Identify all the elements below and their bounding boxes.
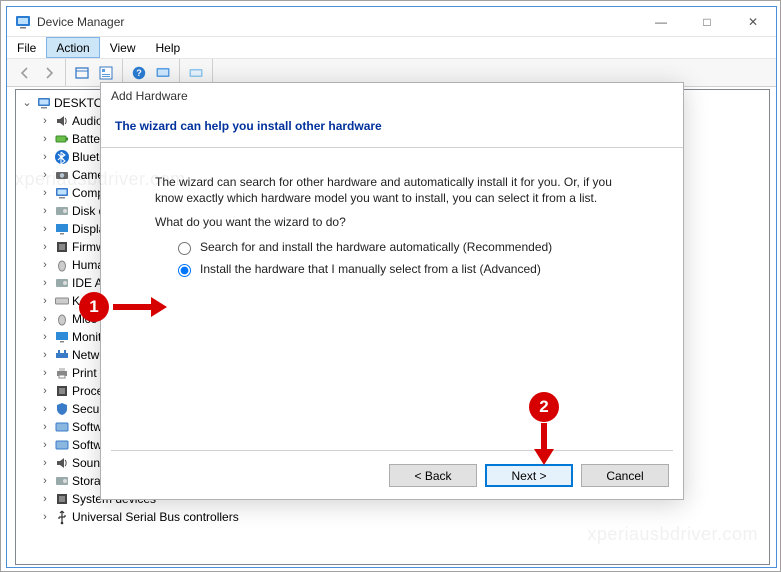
- device-category-icon: [54, 329, 70, 345]
- radio-auto-search[interactable]: Search for and install the hardware auto…: [173, 239, 643, 255]
- menubar: FileActionViewHelp: [7, 37, 776, 59]
- back-icon: [13, 62, 37, 84]
- device-category-icon: [54, 311, 70, 327]
- svg-text:?: ?: [136, 68, 142, 78]
- device-category-icon: [54, 365, 70, 381]
- device-category-icon: [54, 455, 70, 471]
- radio-auto-search-input[interactable]: [178, 242, 191, 255]
- add-hardware-dialog: Add Hardware The wizard can help you ins…: [100, 82, 684, 500]
- dialog-question: What do you want the wizard to do?: [155, 214, 643, 230]
- device-category-icon: [54, 149, 70, 165]
- device-category-icon: [54, 473, 70, 489]
- tree-item-label: Universal Serial Bus controllers: [72, 510, 239, 524]
- app-icon: [15, 14, 31, 30]
- device-category-icon: [54, 383, 70, 399]
- device-category-icon: [54, 401, 70, 417]
- device-category-icon: [54, 275, 70, 291]
- radio-manual-select-input[interactable]: [178, 264, 191, 277]
- back-button[interactable]: < Back: [389, 464, 477, 487]
- device-category-icon: [54, 419, 70, 435]
- device-category-icon: [54, 185, 70, 201]
- help-icon[interactable]: ?: [127, 62, 151, 84]
- device-category-icon: [54, 113, 70, 129]
- show-hidden-icon[interactable]: [70, 62, 94, 84]
- radio-auto-search-label: Search for and install the hardware auto…: [200, 240, 552, 254]
- cancel-button[interactable]: Cancel: [581, 464, 669, 487]
- device-category-icon: [54, 437, 70, 453]
- annotation-step-1: 1: [79, 292, 109, 322]
- annotation-step-2: 2: [529, 392, 559, 422]
- device-category-icon: [54, 131, 70, 147]
- device-category-icon: [54, 167, 70, 183]
- menu-file[interactable]: File: [7, 37, 46, 58]
- properties-icon[interactable]: [94, 62, 118, 84]
- tree-item[interactable]: ›Universal Serial Bus controllers: [38, 508, 769, 526]
- device-category-icon: [54, 347, 70, 363]
- dialog-intro-text: The wizard can search for other hardware…: [155, 174, 643, 206]
- annotation-arrow-1: [113, 304, 155, 310]
- device-category-icon: [54, 491, 70, 507]
- menu-view[interactable]: View: [100, 37, 146, 58]
- annotation-arrow-2: [541, 423, 547, 453]
- dialog-header: Add Hardware: [101, 83, 683, 103]
- device-category-icon: [54, 203, 70, 219]
- close-button[interactable]: ✕: [730, 7, 776, 37]
- titlebar: Device Manager — □ ✕: [7, 7, 776, 37]
- device-category-icon: [54, 239, 70, 255]
- add-legacy-hardware-icon[interactable]: [184, 62, 208, 84]
- menu-help[interactable]: Help: [146, 37, 191, 58]
- forward-icon: [37, 62, 61, 84]
- maximize-button[interactable]: □: [684, 7, 730, 37]
- device-category-icon: [54, 293, 70, 309]
- device-category-icon: [54, 509, 70, 525]
- computer-icon: [36, 95, 52, 111]
- dialog-title: The wizard can help you install other ha…: [101, 103, 683, 147]
- radio-manual-select[interactable]: Install the hardware that I manually sel…: [173, 261, 643, 277]
- window-title: Device Manager: [37, 15, 124, 29]
- scan-hardware-icon[interactable]: [151, 62, 175, 84]
- minimize-button[interactable]: —: [638, 7, 684, 37]
- menu-action[interactable]: Action: [46, 37, 99, 58]
- device-category-icon: [54, 221, 70, 237]
- device-category-icon: [54, 257, 70, 273]
- radio-manual-select-label: Install the hardware that I manually sel…: [200, 262, 541, 276]
- next-button[interactable]: Next >: [485, 464, 573, 487]
